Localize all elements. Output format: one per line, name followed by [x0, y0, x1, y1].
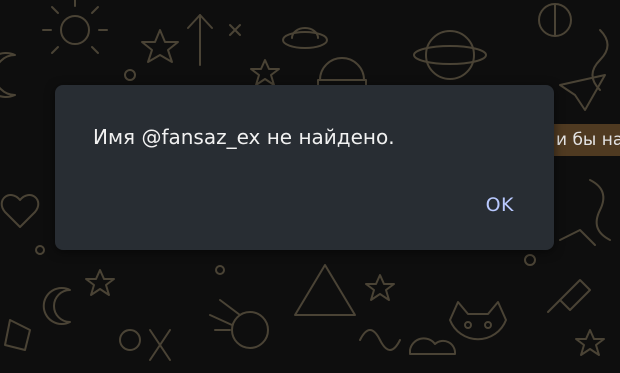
ok-button[interactable]: OK — [482, 190, 518, 220]
message-text-partial: и бы на — [556, 130, 620, 150]
dialog-message: Имя @fansaz_ex не найдено. — [93, 125, 395, 149]
alert-dialog: Имя @fansaz_ex не найдено. OK — [55, 85, 554, 250]
